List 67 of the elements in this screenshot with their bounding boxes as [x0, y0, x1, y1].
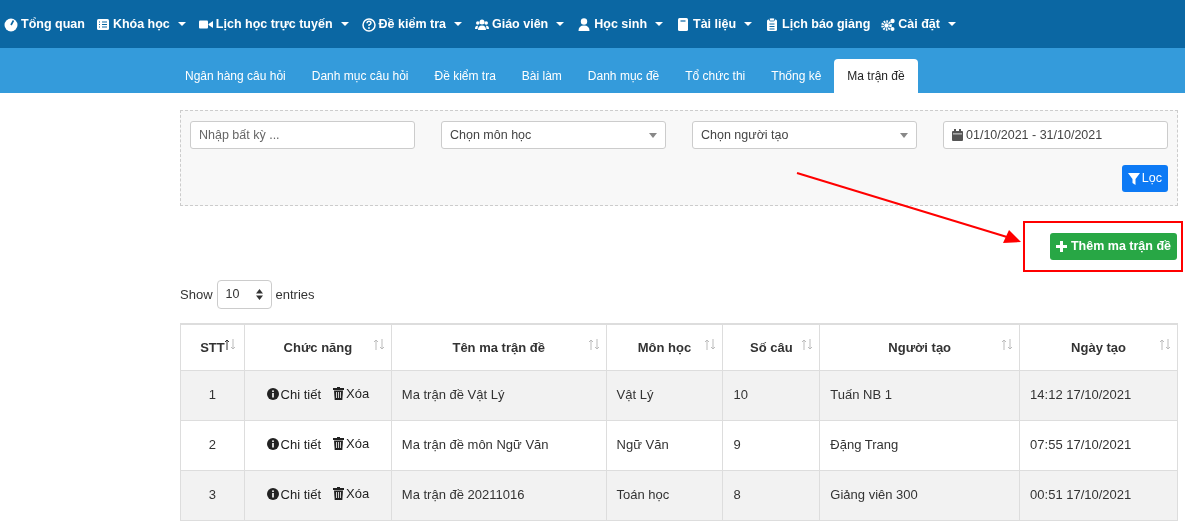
trash-icon — [333, 387, 345, 401]
filter-icon — [1127, 172, 1140, 185]
delete-link[interactable]: Xóa — [333, 384, 370, 404]
table-cell: 1 — [208, 387, 217, 403]
delete-link[interactable]: Xóa — [333, 434, 370, 454]
nav-menu-item[interactable]: Lịch học trực tuyến — [198, 14, 351, 34]
table-cell: 00:51 17/10/2021 — [1030, 487, 1132, 503]
table-cell: Tuấn NB 1 — [830, 387, 892, 403]
show-label: Show — [180, 285, 213, 304]
gauge-icon — [4, 16, 18, 32]
filter-button[interactable]: Lọc — [1121, 165, 1168, 192]
calendar-icon — [952, 129, 963, 141]
sort-icon[interactable] — [223, 339, 236, 350]
question-circle-icon — [361, 16, 376, 32]
table-cell: Vật Lý — [616, 387, 654, 403]
table-cell: Ma trận đề 20211016 — [401, 487, 525, 503]
sort-caret-icon — [255, 289, 263, 300]
trash-icon — [333, 487, 345, 501]
details-link[interactable]: Chi tiết — [266, 384, 322, 405]
delete-link[interactable]: Xóa — [333, 484, 370, 504]
column-header[interactable]: Tên ma trận đề — [452, 339, 545, 355]
list-icon — [95, 16, 110, 32]
nav-menu-item[interactable]: Học sinh — [577, 14, 666, 34]
column-header[interactable]: Chức năng — [283, 339, 353, 355]
column-header[interactable]: Môn học — [637, 339, 692, 355]
tab[interactable]: Ma trận đề — [834, 59, 918, 93]
nav-menu-item[interactable]: Cài đặt — [881, 14, 958, 34]
table-cell: 10 — [733, 387, 748, 403]
details-link[interactable]: Chi tiết — [266, 434, 322, 455]
column-header[interactable]: Ngày tạo — [1071, 339, 1126, 355]
table-cell: Ngữ Văn — [616, 437, 669, 453]
column-header[interactable]: Số câu — [750, 339, 793, 355]
table-cell: 2 — [208, 437, 217, 453]
nav-menu-item[interactable]: Đề kiểm tra — [361, 14, 464, 34]
table-cell: Giảng viên 300 — [830, 487, 918, 503]
page-length-select[interactable]: 10 — [216, 280, 272, 309]
info-icon — [266, 488, 279, 501]
user-icon — [577, 16, 592, 32]
details-link[interactable]: Chi tiết — [266, 484, 322, 505]
subject-select[interactable]: Chọn môn học — [441, 121, 666, 149]
gears-icon — [881, 16, 896, 32]
table-cell: 9 — [733, 437, 741, 453]
column-header[interactable]: STT — [200, 339, 225, 355]
table-cell: 3 — [208, 487, 217, 503]
date-range-field[interactable]: 01/10/2021 - 31/10/2021 — [943, 121, 1168, 149]
info-icon — [266, 388, 279, 401]
table-cell: Toán học — [616, 487, 670, 503]
table-cell: 14:12 17/10/2021 — [1030, 387, 1132, 403]
plus-icon — [1055, 241, 1067, 252]
table-cell: Ma trận đề Vật Lý — [401, 387, 505, 403]
info-icon — [266, 438, 279, 451]
trash-icon — [333, 437, 345, 451]
column-header[interactable]: Người tạo — [888, 339, 952, 355]
table-cell: 8 — [733, 487, 741, 503]
nav-menu-item[interactable]: Tổng quan — [4, 14, 85, 34]
entries-label: entries — [275, 285, 315, 304]
clipboard-icon — [765, 16, 780, 32]
table-cell: Đặng Trang — [830, 437, 899, 453]
nav-menu-item[interactable]: Khóa học — [95, 14, 188, 34]
creator-select[interactable]: Chọn người tạo — [692, 121, 917, 149]
nav-menu-item[interactable]: Lịch báo giảng — [765, 14, 871, 34]
book-icon — [676, 16, 691, 32]
table-cell: Ma trận đề môn Ngữ Văn — [401, 437, 549, 453]
search-field[interactable]: Nhập bất kỳ ... — [190, 121, 415, 149]
table-cell: 07:55 17/10/2021 — [1030, 437, 1132, 453]
nav-menu-item[interactable]: Giáo viên — [474, 14, 567, 34]
nav-menu-item[interactable]: Tài liệu — [676, 14, 755, 34]
